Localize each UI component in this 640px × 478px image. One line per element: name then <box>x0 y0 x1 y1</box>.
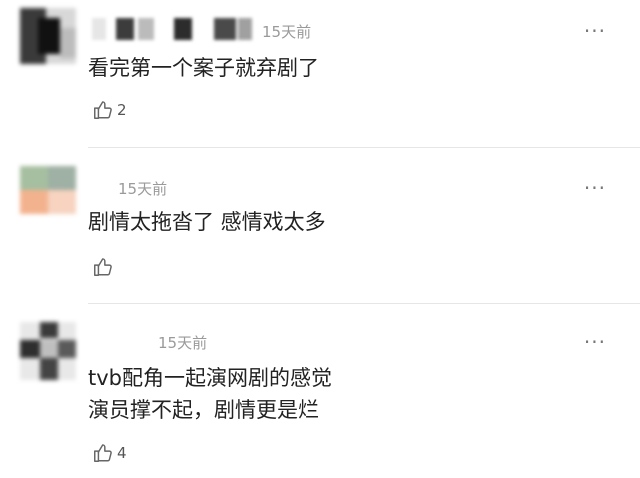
like-count: 2 <box>117 101 127 119</box>
comment-text-line: tvb配角一起演网剧的感觉 <box>88 366 332 390</box>
avatar[interactable] <box>20 8 76 64</box>
avatar[interactable] <box>20 322 76 380</box>
thumbs-up-icon <box>92 442 114 464</box>
username-redacted[interactable] <box>92 18 257 40</box>
more-options-icon[interactable]: ··· <box>584 21 606 41</box>
comment-item: 15天前 ··· tvb配角一起演网剧的感觉 演员撑不起，剧情更是烂 4 <box>0 304 640 478</box>
comment-text: 看完第一个案子就弃剧了 <box>88 56 319 80</box>
comment-text: 剧情太拖沓了 感情戏太多 <box>88 210 326 234</box>
comment-time: 15天前 <box>118 180 168 198</box>
like-button[interactable] <box>92 254 117 280</box>
comment-item: 15天前 ··· 剧情太拖沓了 感情戏太多 <box>0 148 640 304</box>
comment-item: 15天前 ··· 看完第一个案子就弃剧了 2 <box>0 0 640 148</box>
comment-time: 15天前 <box>158 334 208 352</box>
more-options-icon[interactable]: ··· <box>584 332 606 352</box>
thumbs-up-icon <box>92 256 114 278</box>
thumbs-up-icon <box>92 99 114 121</box>
comment-time: 15天前 <box>262 23 312 41</box>
like-count: 4 <box>117 444 127 462</box>
avatar[interactable] <box>20 166 76 214</box>
more-options-icon[interactable]: ··· <box>584 178 606 198</box>
comment-text-line: 演员撑不起，剧情更是烂 <box>88 398 319 422</box>
like-button[interactable]: 4 <box>92 440 127 466</box>
like-button[interactable]: 2 <box>92 97 127 123</box>
